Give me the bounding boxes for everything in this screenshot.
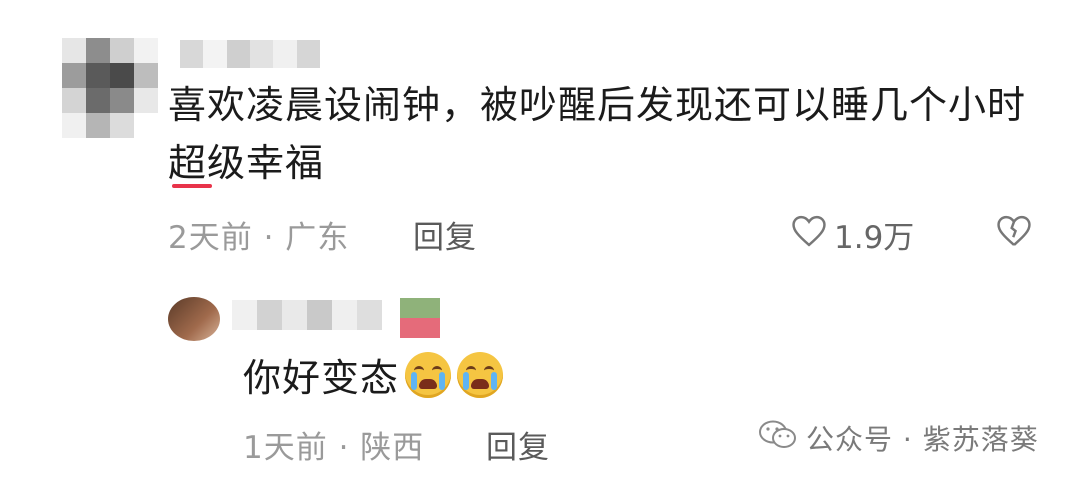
like-count: 1.9万 xyxy=(834,220,915,256)
watermark: 公众号 · 紫苏落葵 xyxy=(758,418,1039,458)
reply-time-location: 1天前 · 陕西 xyxy=(243,430,425,466)
watermark-text: 公众号 · 紫苏落葵 xyxy=(806,423,1039,456)
username[interactable] xyxy=(180,40,320,68)
reply-content: 你好变态 xyxy=(243,347,504,402)
reply-button[interactable]: 回复 xyxy=(413,212,477,257)
reply-avatar[interactable] xyxy=(168,297,220,341)
reply-username[interactable] xyxy=(232,300,382,330)
crying-emoji-icon xyxy=(405,351,452,398)
reply-reply-button[interactable]: 回复 xyxy=(486,422,550,467)
comment-text: 喜欢凌晨设闹钟，被吵醒后发现还可以睡几个小时超级幸福 xyxy=(168,83,1027,185)
comment-time-location: 2天前 · 广东 xyxy=(168,220,350,256)
dislike-button[interactable] xyxy=(995,214,1033,252)
wechat-icon xyxy=(758,419,798,458)
avatar[interactable] xyxy=(62,38,158,138)
heart-icon xyxy=(790,214,828,256)
accent-bar xyxy=(172,184,212,188)
crying-emoji-icon xyxy=(457,351,504,398)
like-button[interactable]: 1.9万 xyxy=(790,212,914,257)
broken-heart-icon xyxy=(995,215,1033,252)
reply-text: 你好变态 xyxy=(243,356,400,400)
reply-badge xyxy=(400,298,440,338)
